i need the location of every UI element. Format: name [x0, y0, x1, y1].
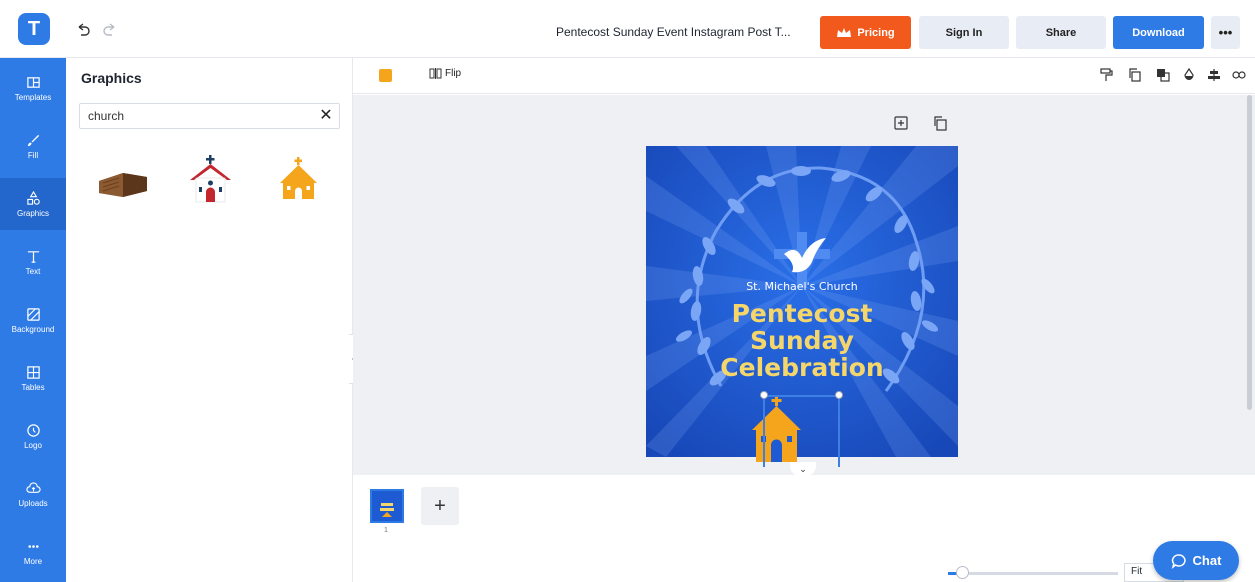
sign-in-button[interactable]: Sign In — [919, 16, 1009, 49]
vertical-scrollbar[interactable] — [1247, 95, 1252, 410]
link-icon[interactable] — [1232, 68, 1246, 82]
orange-church-icon[interactable] — [269, 153, 329, 208]
panel-title: Graphics — [81, 70, 142, 86]
church-name-text[interactable]: St. Michael's Church — [646, 280, 958, 293]
sidebar-item-label: Graphics — [16, 208, 49, 218]
sidebar-item-logo[interactable]: Logo — [0, 410, 66, 462]
background-icon — [26, 307, 40, 321]
chat-label: Chat — [1192, 553, 1222, 568]
upload-icon — [25, 481, 41, 493]
add-page-icon[interactable] — [893, 115, 909, 131]
text-icon — [27, 250, 39, 263]
resize-handle[interactable] — [760, 391, 768, 399]
sidebar-item-label: Text — [25, 266, 41, 276]
close-icon[interactable]: ✕ — [316, 105, 336, 125]
sidebar-item-more[interactable]: More — [0, 526, 66, 578]
layer-icon[interactable] — [1156, 68, 1170, 82]
sidebar-item-label: Uploads — [18, 498, 48, 508]
align-icon[interactable] — [1207, 68, 1221, 82]
sidebar-item-background[interactable]: Background — [0, 294, 66, 346]
selection-right-edge — [838, 395, 840, 467]
pricing-label: Pricing — [857, 26, 895, 39]
sidebar-item-label: More — [23, 556, 43, 566]
share-button[interactable]: Share — [1016, 16, 1106, 49]
sidebar-item-fill[interactable]: Fill — [0, 120, 66, 172]
page-number: 1 — [384, 527, 388, 534]
app-logo[interactable]: T — [18, 13, 50, 45]
sidebar-item-text[interactable]: Text — [0, 236, 66, 288]
church-icon[interactable] — [181, 153, 241, 208]
more-options-button[interactable]: ••• — [1211, 16, 1240, 49]
logo-icon — [26, 423, 40, 437]
headline-line-1: Pentecost — [731, 299, 873, 328]
resize-handle[interactable] — [835, 391, 843, 399]
sidebar-item-label: Background — [11, 324, 55, 334]
shapes-icon — [26, 190, 40, 205]
undo-icon[interactable] — [75, 22, 91, 38]
sidebar-item-uploads[interactable]: Uploads — [0, 468, 66, 520]
flip-button[interactable]: Flip — [429, 67, 461, 80]
headline-line-3: Celebration — [720, 353, 884, 382]
paint-roller-icon[interactable] — [1099, 68, 1113, 82]
sidebar-item-label: Fill — [27, 150, 39, 160]
templates-icon — [26, 76, 40, 88]
sidebar: Templates Fill Graphics Text Background … — [0, 58, 66, 582]
page-strip — [353, 476, 1255, 582]
add-page-button[interactable]: + — [421, 487, 459, 525]
search-input[interactable]: church — [79, 103, 340, 129]
table-icon — [26, 365, 40, 379]
flip-icon — [429, 68, 442, 79]
color-picker[interactable] — [379, 69, 392, 82]
copy-icon[interactable] — [1128, 68, 1142, 82]
headline-text[interactable]: Pentecost Sunday Celebration — [646, 300, 958, 381]
sidebar-item-label: Tables — [21, 382, 45, 392]
brush-icon — [27, 134, 39, 146]
selection-left-edge — [763, 395, 765, 467]
pricing-button[interactable]: Pricing — [820, 16, 911, 49]
sidebar-item-label: Templates — [14, 92, 52, 102]
chevron-down-icon[interactable]: ⌄ — [790, 462, 816, 476]
chat-button[interactable]: Chat — [1153, 541, 1239, 580]
document-title[interactable]: Pentecost Sunday Event Instagram Post T.… — [556, 25, 791, 39]
wooden-church-icon[interactable] — [93, 153, 153, 208]
top-bar: T Pentecost Sunday Event Instagram Post … — [0, 0, 1255, 58]
opacity-icon[interactable] — [1182, 68, 1196, 82]
flip-label: Flip — [445, 68, 462, 79]
graphics-panel: Graphics church ✕ — [66, 58, 353, 582]
dots-icon — [27, 544, 39, 548]
redo-icon[interactable] — [102, 22, 118, 38]
download-button[interactable]: Download — [1113, 16, 1204, 49]
headline-line-2: Sunday — [750, 326, 854, 355]
sidebar-item-tables[interactable]: Tables — [0, 352, 66, 404]
sidebar-item-graphics[interactable]: Graphics — [0, 178, 66, 230]
selected-church-graphic[interactable] — [746, 382, 808, 462]
zoom-slider-handle[interactable] — [956, 566, 969, 579]
page-thumbnail[interactable] — [370, 489, 404, 523]
crown-icon — [837, 27, 852, 37]
chat-bubble-icon — [1171, 553, 1186, 569]
selection-top-edge — [764, 395, 840, 397]
element-toolbar: Flip — [353, 58, 1255, 94]
zoom-slider[interactable] — [948, 572, 1118, 575]
sidebar-item-templates[interactable]: Templates — [0, 62, 66, 114]
thumbnail-preview — [372, 491, 402, 521]
duplicate-page-icon[interactable] — [932, 115, 948, 131]
sidebar-item-label: Logo — [24, 440, 42, 450]
